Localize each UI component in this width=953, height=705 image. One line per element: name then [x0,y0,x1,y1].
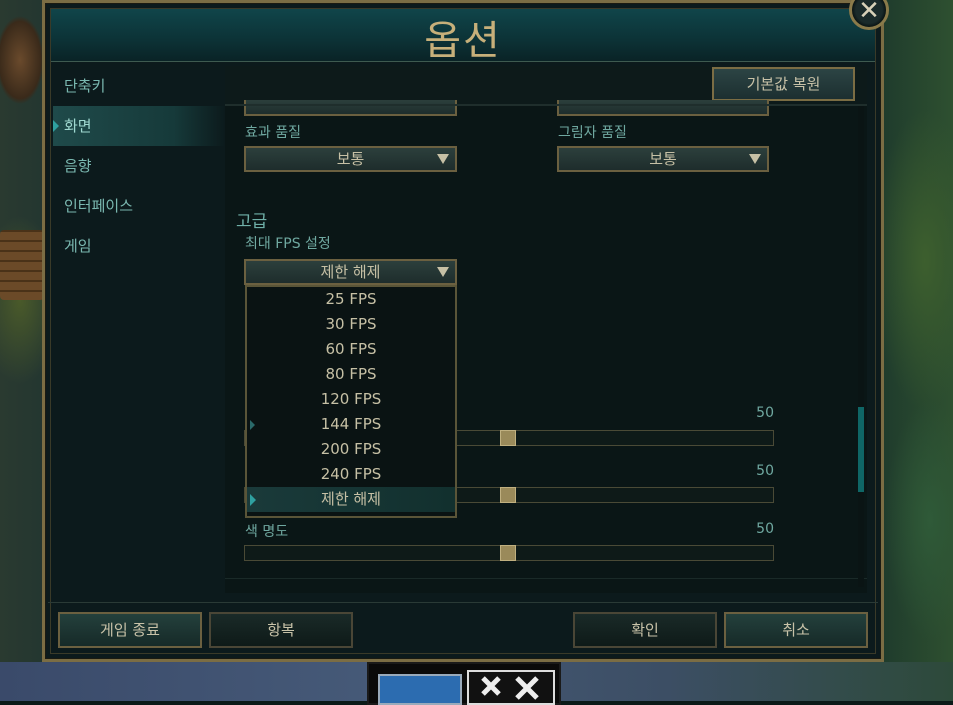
fps-option[interactable]: 144 FPS [247,412,455,437]
chevron-down-icon [437,154,449,164]
dialog-title: 옵션 [424,18,502,64]
fps-option[interactable]: 80 FPS [247,362,455,387]
max-fps-label: 최대 FPS 설정 [245,236,331,252]
hud-arrows-icon[interactable] [467,670,555,705]
effects-quality-select[interactable]: 보통 [244,146,457,172]
background-barrel [0,230,44,300]
surrender-button[interactable]: 항복 [209,612,353,648]
sidebar-item-video[interactable]: 화면 [53,106,225,146]
fps-option-selected[interactable]: 제한 해제 [247,487,455,512]
slider-2-handle[interactable] [500,487,516,503]
scrollbar-thumb[interactable] [858,407,864,492]
shadow-quality-value: 보통 [649,150,677,168]
color-brightness-label: 색 명도 [245,524,289,540]
cancel-button[interactable]: 취소 [724,612,868,648]
effects-quality-value: 보통 [336,150,365,168]
max-fps-value: 제한 해제 [320,263,381,281]
cut-off-select-left[interactable] [244,100,457,116]
close-icon: ✕ [858,0,880,26]
background-character [0,0,46,130]
max-fps-select[interactable]: 제한 해제 [244,259,457,285]
advanced-section-title: 고급 [236,212,268,232]
shadow-quality-select[interactable]: 보통 [557,146,769,172]
options-sidebar: 단축키 화면 음향 인터페이스 게임 [53,66,225,266]
exit-game-button[interactable]: 게임 종료 [58,612,202,648]
sidebar-item-interface[interactable]: 인터페이스 [53,186,225,226]
confirm-button[interactable]: 확인 [573,612,717,648]
title-bar: 옵션 [51,9,875,64]
slider-1-handle[interactable] [500,430,516,446]
restore-defaults-button[interactable]: 기본값 복원 [712,67,855,101]
sidebar-item-sound[interactable]: 음향 [53,146,225,186]
slider-3-handle[interactable] [500,545,516,561]
slider-1-value: 50 [756,405,774,421]
shadow-quality-label: 그림자 품질 [558,125,627,141]
hud-icon[interactable] [378,674,462,705]
fps-option[interactable]: 240 FPS [247,462,455,487]
slider-3-value: 50 [756,521,774,537]
chevron-down-icon [749,154,761,164]
scrollbar-track[interactable] [858,106,864,587]
slider-2-value: 50 [756,463,774,479]
fps-option[interactable]: 30 FPS [247,312,455,337]
effects-quality-label: 효과 품질 [245,125,301,141]
sidebar-item-game[interactable]: 게임 [53,226,225,266]
fps-dropdown-list: 25 FPS 30 FPS 60 FPS 80 FPS 120 FPS 144 … [245,285,457,518]
close-button[interactable]: ✕ [849,0,889,30]
sidebar-item-hotkeys[interactable]: 단축키 [53,66,225,106]
fps-option[interactable]: 25 FPS [247,287,455,312]
fps-option[interactable]: 60 FPS [247,337,455,362]
chevron-down-icon [437,267,449,277]
fps-option[interactable]: 120 FPS [247,387,455,412]
fps-option[interactable]: 200 FPS [247,437,455,462]
cut-off-select-right[interactable] [557,100,769,116]
